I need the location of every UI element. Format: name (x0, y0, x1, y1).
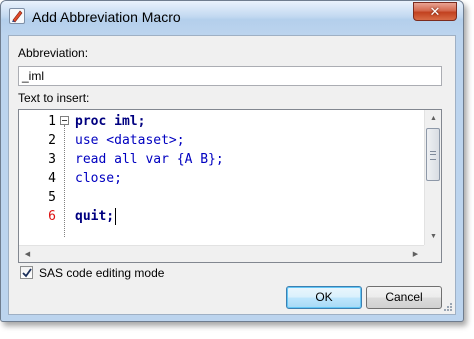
dialog-client-area: Abbreviation: _iml Text to insert: 1 2 3… (8, 35, 456, 315)
resize-grip-icon[interactable] (443, 302, 453, 312)
code-token: close; (75, 171, 122, 186)
line-number: 4 (48, 171, 56, 186)
code-editor[interactable]: 1 2 3 4 5 6 proc iml; use <dataset>; rea… (18, 109, 442, 263)
sas-mode-checkbox[interactable] (20, 266, 33, 279)
abbreviation-label: Abbreviation: (18, 46, 89, 60)
vertical-scroll-thumb[interactable] (426, 128, 440, 181)
close-icon: ✕ (429, 4, 441, 19)
line-number: 2 (48, 133, 56, 148)
ok-button[interactable]: OK (286, 286, 362, 309)
triangle-left-icon[interactable]: ◀ (19, 246, 36, 262)
line-number: 5 (48, 190, 56, 205)
line-number-current: 6 (48, 209, 56, 224)
triangle-right-icon[interactable]: ▶ (407, 246, 424, 262)
collapse-minus-icon[interactable] (60, 116, 69, 125)
line-number: 3 (48, 152, 56, 167)
code-line: use <dataset>; (75, 131, 185, 150)
dialog-window: Add Abbreviation Macro ✕ Abbreviation: _… (0, 0, 464, 322)
sas-mode-label[interactable]: SAS code editing mode (39, 266, 164, 280)
window-title: Add Abbreviation Macro (32, 9, 181, 25)
code-token: read all var {A B}; (75, 152, 224, 167)
title-bar[interactable]: Add Abbreviation Macro ✕ (1, 1, 463, 35)
scrollbar-corner (424, 245, 441, 262)
triangle-up-icon[interactable]: ▲ (425, 110, 441, 127)
abbreviation-input[interactable]: _iml (18, 66, 442, 86)
close-button[interactable]: ✕ (413, 2, 457, 21)
grip-icon (430, 151, 436, 160)
code-token: proc iml; (75, 114, 146, 129)
text-caret (115, 208, 116, 225)
line-number: 1 (48, 114, 56, 129)
cancel-button[interactable]: Cancel (366, 286, 442, 309)
fold-guide-line (64, 125, 65, 237)
code-line: read all var {A B}; (75, 150, 224, 169)
code-text-area[interactable]: proc iml; use <dataset>; read all var {A… (75, 110, 424, 245)
triangle-down-icon[interactable]: ▼ (425, 228, 441, 245)
line-number-gutter: 1 2 3 4 5 6 (19, 110, 59, 245)
vertical-scrollbar[interactable]: ▲ ▼ (424, 110, 441, 245)
code-line: quit; (75, 207, 114, 226)
checkmark-icon (22, 268, 32, 278)
horizontal-scrollbar[interactable]: ◀ ▶ (19, 245, 424, 262)
code-token: use <dataset>; (75, 133, 185, 148)
code-line: close; (75, 169, 122, 188)
sas-pencil-icon (9, 8, 25, 24)
text-to-insert-label: Text to insert: (18, 91, 90, 105)
code-line: proc iml; (75, 112, 145, 131)
code-token: quit; (75, 209, 115, 224)
